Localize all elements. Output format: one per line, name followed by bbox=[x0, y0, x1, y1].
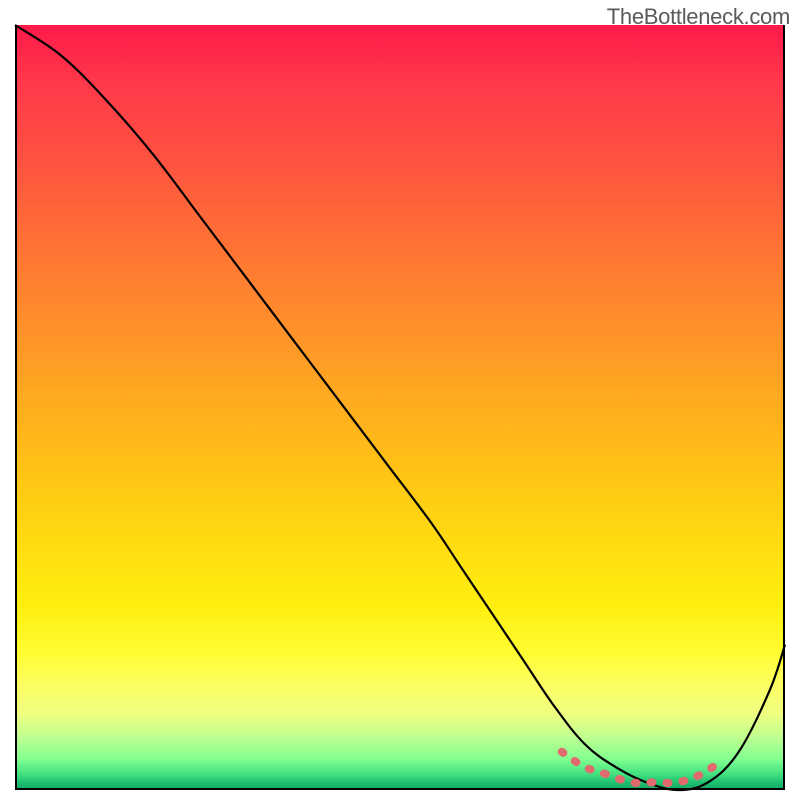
optimal-range-highlight bbox=[562, 752, 724, 783]
bottleneck-curve bbox=[15, 25, 785, 790]
chart-svg bbox=[15, 25, 785, 790]
plot-area bbox=[15, 25, 785, 790]
